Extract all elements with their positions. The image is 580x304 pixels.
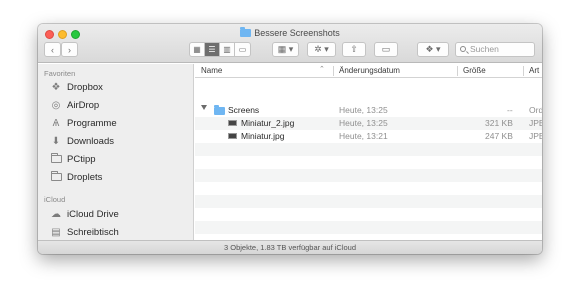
grid-icon: ▦ xyxy=(193,45,201,54)
action-button[interactable]: ✲ ▾ xyxy=(307,42,336,57)
folder-icon xyxy=(50,153,62,165)
sidebar-item-label: Schreibtisch xyxy=(67,226,119,238)
sidebar-item-droplets[interactable]: Droplets xyxy=(50,170,102,184)
list-icon: ☰ xyxy=(208,45,216,54)
gallery-icon: ▭ xyxy=(238,45,247,54)
sidebar-item-downloads[interactable]: ⬇ Downloads xyxy=(50,134,114,148)
file-size: 321 KB xyxy=(485,118,513,128)
dropbox-icon: ❖ xyxy=(51,81,61,93)
file-date: Heute, 13:21 xyxy=(339,131,388,141)
dropbox-icon: ❖ ▾ xyxy=(425,44,441,54)
sidebar-heading-favorites: Favoriten xyxy=(44,69,76,78)
file-kind: JPE xyxy=(529,118,542,128)
search-input[interactable]: Suchen xyxy=(455,42,535,57)
desktop-icon: ▤ xyxy=(51,226,61,238)
file-size: -- xyxy=(507,105,513,115)
sidebar-item-label: PCtipp xyxy=(67,153,96,165)
sidebar-item-dropbox[interactable]: ❖ Dropbox xyxy=(50,80,103,94)
chevron-right-icon: › xyxy=(68,44,71,55)
list-view-button[interactable]: ☰ xyxy=(205,43,220,56)
icon-view-button[interactable]: ▦ xyxy=(190,43,205,56)
file-size: 247 KB xyxy=(485,131,513,141)
file-kind: JPE xyxy=(529,131,542,141)
table-row[interactable]: Miniatur.jpg Heute, 13:21 247 KB JPE xyxy=(195,130,542,143)
tag-icon: ▭ xyxy=(381,44,391,54)
folder-icon xyxy=(240,27,252,37)
finder-window: Bessere Screenshots ‹ › ▦ ☰ ▥ ▭ ▦ ▾ ✲ ▾ … xyxy=(38,24,542,254)
share-button[interactable]: ⇧ xyxy=(342,42,366,57)
sidebar-item-label: iCloud Drive xyxy=(67,208,119,220)
disclosure-triangle-icon[interactable] xyxy=(201,105,207,110)
sidebar-item-label: AirDrop xyxy=(67,99,100,111)
sidebar-item-label: Dropbox xyxy=(67,81,103,93)
gear-icon: ✲ ▾ xyxy=(314,44,329,54)
gallery-view-button[interactable]: ▭ xyxy=(235,43,250,56)
column-size[interactable]: Größe xyxy=(463,66,486,75)
sidebar-heading-icloud: iCloud xyxy=(44,195,66,204)
file-name: Screens xyxy=(228,105,260,115)
downloads-icon: ⬇ xyxy=(51,135,61,147)
tag-button[interactable]: ▭ xyxy=(374,42,398,57)
search-icon xyxy=(460,46,466,52)
file-kind: Ord xyxy=(529,105,542,115)
window-title: Bessere Screenshots xyxy=(38,27,542,38)
status-bar: 3 Objekte, 1.83 TB verfügbar auf iCloud xyxy=(38,240,542,254)
view-mode-control[interactable]: ▦ ☰ ▥ ▭ xyxy=(189,42,251,57)
file-name: Miniatur.jpg xyxy=(241,131,285,141)
sidebar-item-label: Programme xyxy=(67,117,117,129)
column-kind[interactable]: Art xyxy=(529,66,539,75)
sidebar-item-schreibtisch[interactable]: ▤ Schreibtisch xyxy=(50,225,119,239)
sidebar-item-pctipp[interactable]: PCtipp xyxy=(50,152,96,166)
sidebar-item-airdrop[interactable]: ◎ AirDrop xyxy=(50,98,100,112)
file-name: Miniatur_2.jpg xyxy=(241,118,295,128)
cloud-icon: ☁ xyxy=(51,208,61,220)
sidebar: Favoriten ❖ Dropbox ◎ AirDrop Ѧ Programm… xyxy=(38,64,194,240)
file-date: Heute, 13:25 xyxy=(339,105,388,115)
column-view-button[interactable]: ▥ xyxy=(220,43,235,56)
file-date: Heute, 13:25 xyxy=(339,118,388,128)
sidebar-item-label: Downloads xyxy=(67,135,114,147)
back-button[interactable]: ‹ xyxy=(44,42,61,57)
column-date[interactable]: Änderungsdatum xyxy=(339,66,400,75)
applications-icon: Ѧ xyxy=(52,117,60,129)
group-icon: ▦ ▾ xyxy=(277,44,294,54)
column-header: Name ⌃ Änderungsdatum Größe Art xyxy=(195,64,542,78)
dropbox-button[interactable]: ❖ ▾ xyxy=(417,42,449,57)
column-name[interactable]: Name xyxy=(201,66,222,75)
sidebar-item-icloud-drive[interactable]: ☁ iCloud Drive xyxy=(50,207,119,221)
folder-icon xyxy=(50,171,62,183)
file-list: Name ⌃ Änderungsdatum Größe Art Screens … xyxy=(195,64,542,240)
empty-row xyxy=(195,195,542,208)
table-row[interactable]: Screens Heute, 13:25 -- Ord xyxy=(195,104,542,117)
empty-row xyxy=(195,221,542,234)
forward-button[interactable]: › xyxy=(61,42,78,57)
sidebar-item-label: Droplets xyxy=(67,171,103,183)
sort-chevron-icon: ⌃ xyxy=(319,66,325,73)
group-button[interactable]: ▦ ▾ xyxy=(272,42,299,57)
chevron-left-icon: ‹ xyxy=(51,44,54,55)
table-row[interactable]: Miniatur_2.jpg Heute, 13:25 321 KB JPE xyxy=(195,117,542,130)
empty-row xyxy=(195,169,542,182)
share-icon: ⇧ xyxy=(350,44,358,54)
airdrop-icon: ◎ xyxy=(51,99,61,111)
sidebar-item-programme[interactable]: Ѧ Programme xyxy=(50,116,117,130)
columns-icon: ▥ xyxy=(223,45,231,54)
empty-row xyxy=(195,143,542,156)
search-placeholder: Suchen xyxy=(470,44,499,54)
title-bar[interactable]: Bessere Screenshots ‹ › ▦ ☰ ▥ ▭ ▦ ▾ ✲ ▾ … xyxy=(38,24,542,63)
